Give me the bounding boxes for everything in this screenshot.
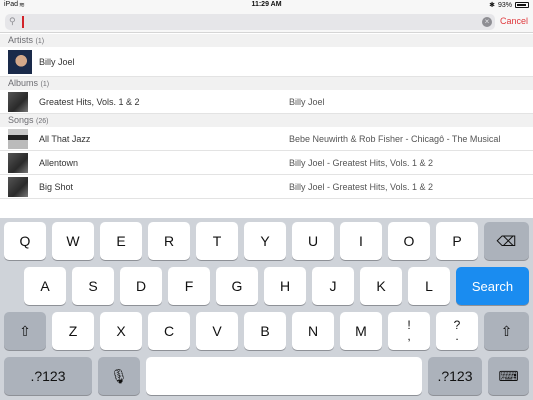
shift-key-left[interactable]: ⇧: [4, 312, 46, 350]
key-question-period[interactable]: ? .: [436, 312, 478, 350]
section-count: (26): [36, 118, 49, 125]
status-bar: iPad ≋ 11:29 AM ✱ 93%: [0, 0, 533, 11]
shift-icon: ⇧: [19, 322, 31, 339]
search-icon: ⚲: [9, 16, 16, 26]
key-w[interactable]: W: [52, 222, 94, 260]
key-d[interactable]: D: [120, 267, 162, 305]
result-row-song[interactable]: All That Jazz Bebe Neuwirth & Rob Fisher…: [0, 127, 533, 151]
key-v[interactable]: V: [196, 312, 238, 350]
key-r[interactable]: R: [148, 222, 190, 260]
dictation-key[interactable]: 🎙: [98, 357, 140, 395]
bluetooth-icon: ✱: [489, 2, 495, 9]
key-g[interactable]: G: [216, 267, 258, 305]
search-key[interactable]: Search: [456, 267, 529, 305]
section-label: Songs: [8, 115, 34, 125]
key-i[interactable]: I: [340, 222, 382, 260]
result-title: Greatest Hits, Vols. 1 & 2: [39, 96, 140, 107]
status-time: 11:29 AM: [251, 1, 282, 8]
shift-key-right[interactable]: ⇧: [484, 312, 529, 350]
key-m[interactable]: M: [340, 312, 382, 350]
hide-keyboard-key[interactable]: ⌨: [488, 357, 529, 395]
key-x[interactable]: X: [100, 312, 142, 350]
search-results: Artists (1) Billy Joel Albums (1) Greate…: [0, 34, 533, 218]
section-label: Albums: [8, 78, 39, 88]
section-header-artists: Artists (1): [0, 34, 533, 47]
key-l[interactable]: L: [408, 267, 450, 305]
battery-icon: [515, 2, 529, 8]
result-row-song[interactable]: Big Shot Billy Joel - Greatest Hits, Vol…: [0, 175, 533, 199]
battery-percent: 93%: [497, 1, 512, 9]
result-subtitle: Billy Joel - Greatest Hits, Vols. 1 & 2: [289, 181, 434, 192]
cancel-button[interactable]: Cancel: [500, 16, 528, 26]
result-subtitle: Billy Joel: [289, 96, 325, 107]
key-z[interactable]: Z: [52, 312, 94, 350]
text-cursor: [22, 16, 24, 28]
key-e[interactable]: E: [100, 222, 142, 260]
key-q[interactable]: Q: [4, 222, 46, 260]
key-s[interactable]: S: [72, 267, 114, 305]
key-u[interactable]: U: [292, 222, 334, 260]
result-title: All That Jazz: [39, 133, 91, 144]
microphone-icon: 🎙: [110, 367, 128, 384]
numbers-key-left[interactable]: .?123: [4, 357, 92, 395]
search-field[interactable]: ⚲ ×: [5, 14, 495, 30]
backspace-key[interactable]: ⌫: [484, 222, 529, 260]
keyboard-icon: ⌨: [498, 367, 519, 384]
result-subtitle: Bebe Neuwirth & Rob Fisher - Chicagô - T…: [289, 133, 501, 144]
section-count: (1): [40, 81, 50, 88]
backspace-icon: ⌫: [496, 232, 517, 249]
battery-group: ✱ 93%: [489, 1, 529, 9]
section-count: (1): [35, 38, 45, 45]
result-row-artist[interactable]: Billy Joel: [0, 47, 533, 77]
key-j[interactable]: J: [312, 267, 354, 305]
album-art: [8, 129, 28, 149]
numbers-key-right[interactable]: .?123: [428, 357, 482, 395]
album-art: [8, 92, 28, 112]
key-y[interactable]: Y: [244, 222, 286, 260]
key-c[interactable]: C: [148, 312, 190, 350]
search-input[interactable]: [21, 15, 481, 29]
key-o[interactable]: O: [388, 222, 430, 260]
shift-icon: ⇧: [500, 322, 513, 339]
key-n[interactable]: N: [292, 312, 334, 350]
section-header-albums: Albums (1): [0, 77, 533, 90]
artist-photo: [8, 50, 32, 74]
result-title: Big Shot: [39, 181, 74, 192]
result-row-album[interactable]: Greatest Hits, Vols. 1 & 2 Billy Joel: [0, 90, 533, 114]
key-k[interactable]: K: [360, 267, 402, 305]
keyboard: Q W E R T Y U I O P ⌫ A S D F G H J K L …: [0, 218, 533, 400]
key-h[interactable]: H: [264, 267, 306, 305]
key-bottom-char: ,: [407, 329, 411, 343]
key-bottom-char: .: [455, 329, 459, 343]
key-f[interactable]: F: [168, 267, 210, 305]
album-art: [8, 177, 28, 197]
result-title: Billy Joel: [39, 56, 75, 67]
section-header-songs: Songs (26): [0, 114, 533, 127]
result-title: Allentown: [39, 157, 79, 168]
search-bar: ⚲ × Cancel: [0, 11, 533, 33]
key-exclaim-comma[interactable]: ! ,: [388, 312, 430, 350]
space-bar[interactable]: [146, 357, 422, 395]
key-b[interactable]: B: [244, 312, 286, 350]
result-row-song[interactable]: Allentown Billy Joel - Greatest Hits, Vo…: [0, 151, 533, 175]
key-t[interactable]: T: [196, 222, 238, 260]
album-art: [8, 153, 28, 173]
key-p[interactable]: P: [436, 222, 478, 260]
clear-icon[interactable]: ×: [482, 17, 492, 27]
result-subtitle: Billy Joel - Greatest Hits, Vols. 1 & 2: [289, 157, 434, 168]
section-label: Artists: [8, 35, 34, 45]
key-a[interactable]: A: [24, 267, 66, 305]
